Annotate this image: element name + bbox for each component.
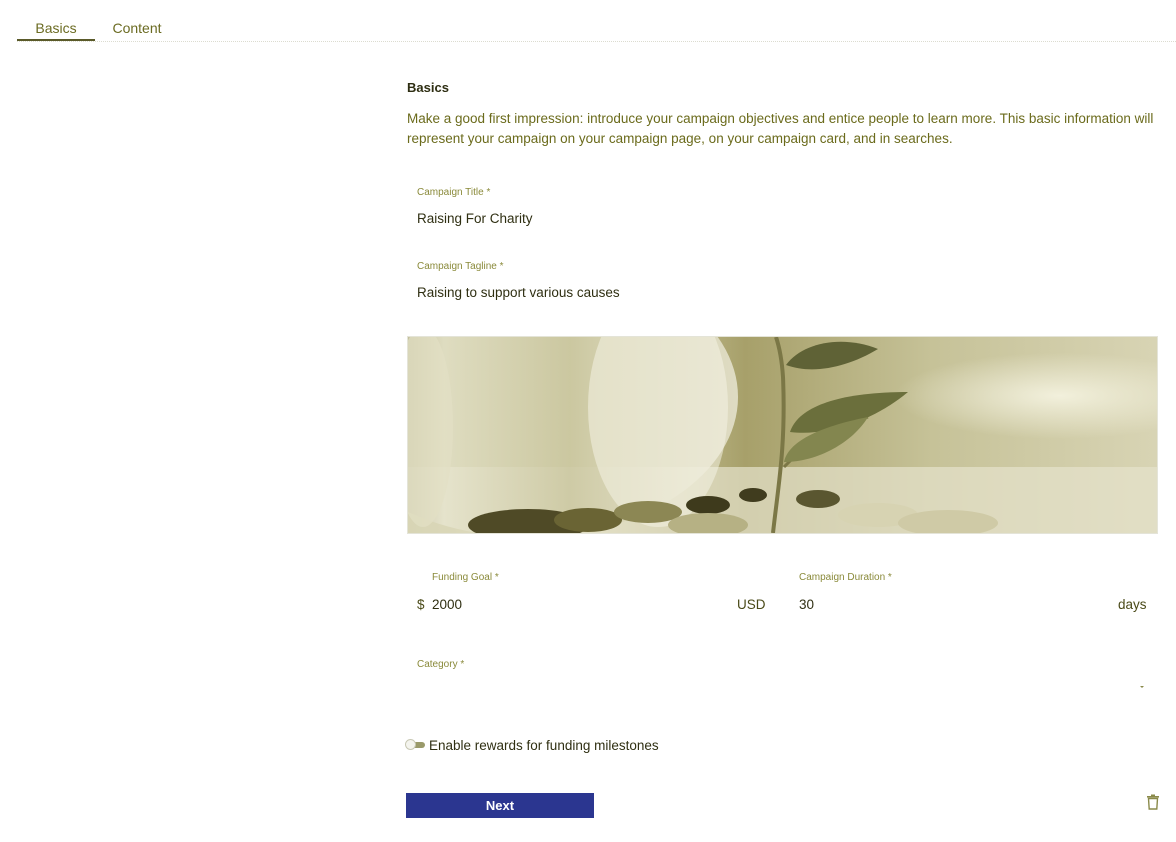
campaign-tagline-label: Campaign Tagline * [417,261,504,272]
currency-symbol: $ [417,597,425,612]
campaign-title-label: Campaign Title * [417,187,491,198]
currency-unit: USD [737,597,766,612]
tab-bar: Basics Content [17,14,1176,42]
funding-goal-input[interactable] [432,597,722,612]
campaign-title-input[interactable] [417,211,1157,226]
next-button[interactable]: Next [406,793,594,818]
trash-icon[interactable] [1146,794,1160,810]
category-label: Category * [417,659,465,670]
section-title: Basics [407,80,449,95]
campaign-duration-label: Campaign Duration * [799,572,892,583]
plant-in-coins-image [408,337,1157,533]
campaign-duration-input[interactable] [799,597,1099,612]
category-select[interactable] [417,678,1147,698]
tab-content[interactable]: Content [111,20,163,36]
duration-unit: days [1118,597,1147,612]
funding-goal-label: Funding Goal * [432,572,499,583]
chevron-down-icon[interactable] [1138,684,1146,690]
toggle-knob [405,739,416,750]
rewards-toggle[interactable] [405,739,425,750]
intro-text: Make a good first impression: introduce … [407,111,1154,146]
active-tab-indicator [17,39,95,41]
campaign-tagline-input[interactable] [417,285,1157,300]
rewards-toggle-label: Enable rewards for funding milestones [429,738,659,753]
tab-basics[interactable]: Basics [17,20,95,36]
campaign-banner-image[interactable] [407,336,1158,534]
